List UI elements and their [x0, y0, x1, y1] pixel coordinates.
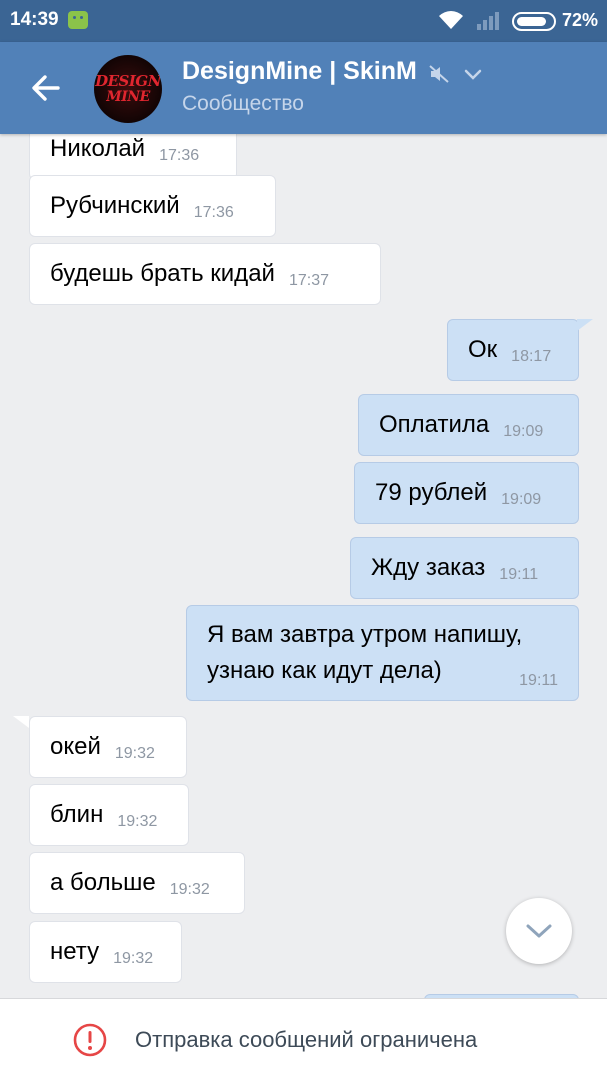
message-text: Рубчинский: [50, 192, 180, 219]
message-text: а больше: [50, 869, 156, 896]
status-bar: 14:39 72%: [0, 0, 607, 42]
message-text: будешь брать кидай: [50, 260, 275, 287]
scroll-to-bottom-button[interactable]: [506, 898, 572, 964]
message-text-line: узнаю как идут дела): [207, 657, 442, 684]
avatar-logo-text: DESIGN: [95, 72, 161, 90]
message-time: 19:32: [117, 813, 158, 830]
message-bubble[interactable]: Рубчинский 17:36: [29, 175, 276, 237]
back-arrow-icon[interactable]: [28, 70, 64, 106]
message-bubble[interactable]: Николай 17:36: [29, 134, 237, 180]
chat-subtitle: Сообщество: [182, 92, 304, 115]
status-time: 14:39: [10, 9, 59, 30]
message-bubble[interactable]: будешь брать кидай 17:37: [29, 243, 381, 305]
message-time: 19:32: [114, 745, 155, 762]
message-bubble[interactable]: Ок 18:17: [447, 319, 579, 381]
message-text: нету: [50, 938, 100, 965]
message-bubble[interactable]: окей 19:32: [29, 716, 187, 778]
chevron-down-icon[interactable]: [463, 66, 483, 82]
signal-icon: [477, 12, 499, 30]
message-text: Ок: [468, 336, 498, 363]
message-text-line: Я вам завтра утром напишу,: [207, 621, 523, 648]
chat-header: DESIGN MINE DesignMine | SkinM Сообществ…: [0, 42, 607, 134]
battery-icon: [512, 12, 556, 31]
message-time: 19:09: [501, 491, 542, 508]
message-time: 17:37: [288, 272, 329, 289]
message-text: окей: [50, 733, 101, 760]
message-text: Жду заказ: [371, 554, 486, 581]
message-time: 19:32: [113, 950, 154, 967]
message-time: 17:36: [159, 147, 200, 164]
chevron-down-icon: [526, 924, 552, 938]
avatar-logo-text-2: MINE: [106, 89, 150, 105]
bubble-tail: [13, 716, 29, 728]
messaging-restricted-bar: Отправка сообщений ограничена: [0, 998, 607, 1080]
message-time: 19:09: [503, 423, 544, 440]
message-time: 19:11: [499, 566, 539, 583]
message-bubble[interactable]: блин 19:32: [29, 784, 189, 846]
message-bubble[interactable]: 79 рублей 19:09: [354, 462, 579, 524]
messaging-restricted-text: Отправка сообщений ограничена: [135, 1027, 478, 1052]
message-text: 79 рублей: [375, 479, 488, 506]
message-bubble[interactable]: нету 19:32: [29, 921, 182, 983]
message-text: блин: [50, 801, 104, 828]
message-time: 18:17: [511, 348, 552, 365]
message-text: Оплатила: [379, 411, 490, 438]
warning-icon: [73, 1023, 107, 1057]
battery-percent: 72%: [562, 10, 599, 30]
chat-title[interactable]: DesignMine | SkinM: [182, 57, 417, 86]
message-time: 17:36: [193, 204, 234, 221]
message-bubble[interactable]: Жду заказ 19:11: [350, 537, 579, 599]
mute-icon: [429, 65, 449, 83]
message-time: 19:32: [169, 881, 210, 898]
message-text: Николай: [50, 135, 146, 162]
message-time: 19:11: [519, 672, 558, 689]
wifi-icon: [439, 11, 463, 30]
community-avatar[interactable]: DESIGN MINE: [94, 55, 162, 123]
message-list[interactable]: Николай 17:36 Рубчинский 17:36 будешь бр…: [0, 134, 607, 998]
bubble-tail: [577, 319, 593, 331]
android-icon: [68, 11, 88, 29]
message-bubble[interactable]: Я вам завтра утром напишу, узнаю как иду…: [186, 605, 579, 701]
message-bubble[interactable]: Оплатила 19:09: [358, 394, 579, 456]
message-bubble[interactable]: а больше 19:32: [29, 852, 245, 914]
